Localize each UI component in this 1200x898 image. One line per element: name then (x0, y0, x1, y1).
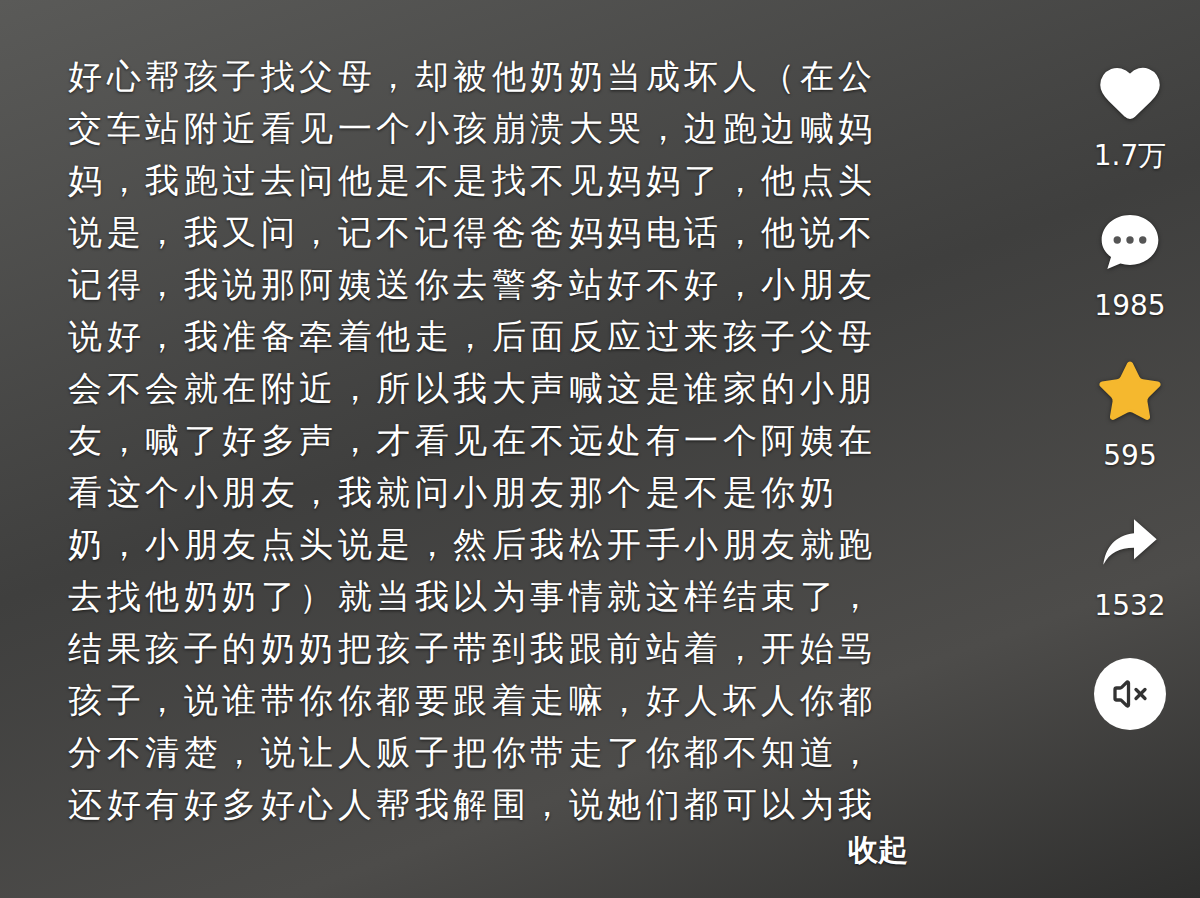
caption-line: 友，喊了好多声，才看见在不远处有一个阿姨在 (68, 414, 1070, 466)
comment-button[interactable]: 1985 (1090, 202, 1170, 324)
action-icon-box (1090, 52, 1170, 132)
caption-line: 好心帮孩子找父母，却被他奶奶当成坏人（在公 (68, 50, 1070, 102)
action-icon-box (1090, 352, 1170, 432)
heart-icon (1096, 58, 1164, 126)
caption-line: 还好有好多好心人帮我解围，说她们都可以为我 (68, 778, 1070, 830)
mute-button[interactable] (1094, 658, 1166, 730)
caption: 好心帮孩子找父母，却被他奶奶当成坏人（在公交车站附近看见一个小孩崩溃大哭，边跑边… (0, 0, 1070, 898)
action-icon-box (1090, 202, 1170, 282)
action-count: 1532 (1094, 588, 1165, 624)
caption-line: 说好，我准备牵着他走，后面反应过来孩子父母 (68, 310, 1070, 362)
like-button[interactable]: 1.7万 (1090, 52, 1170, 174)
share-button[interactable]: 1532 (1090, 502, 1170, 624)
caption-line: 会不会就在附近，所以我大声喊这是谁家的小朋 (68, 362, 1070, 414)
caption-line: 看这个小朋友，我就问小朋友那个是不是你奶 (68, 466, 1070, 518)
video-screen[interactable]: 好心帮孩子找父母，却被他奶奶当成坏人（在公交车站附近看见一个小孩崩溃大哭，边跑边… (0, 0, 1200, 898)
action-count: 1985 (1094, 288, 1165, 324)
comment-icon (1096, 208, 1164, 276)
caption-line: 说是，我又问，记不记得爸爸妈妈电话，他说不 (68, 206, 1070, 258)
share-icon (1098, 510, 1162, 574)
caption-line: 妈，我跑过去问他是不是找不见妈妈了，他点头 (68, 154, 1070, 206)
caption-line: 孩子，说谁带你你都要跟着走嘛，好人坏人你都 (68, 674, 1070, 726)
action-count: 1.7万 (1094, 138, 1167, 174)
favorite-button[interactable]: 595 (1090, 352, 1170, 474)
action-count: 595 (1103, 438, 1156, 474)
caption-line: 交车站附近看见一个小孩崩溃大哭，边跑边喊妈 (68, 102, 1070, 154)
action-bar: 1.7万 1985 595 1532 (1070, 0, 1200, 898)
caption-line: 奶，小朋友点头说是，然后我松开手小朋友就跑 (68, 518, 1070, 570)
caption-line: 记得，我说那阿姨送你去警务站好不好，小朋友 (68, 258, 1070, 310)
caption-line: 去找他奶奶了）就当我以为事情就这样结束了， (68, 570, 1070, 622)
action-icon-box (1090, 502, 1170, 582)
caption-line: 结果孩子的奶奶把孩子带到我跟前站着，开始骂 (68, 622, 1070, 674)
star-icon (1095, 357, 1165, 427)
muted-speaker-icon (1112, 676, 1148, 712)
collapse-button[interactable]: 收起 (848, 830, 908, 870)
caption-line: 分不清楚，说让人贩子把你带走了你都不知道， (68, 726, 1070, 778)
